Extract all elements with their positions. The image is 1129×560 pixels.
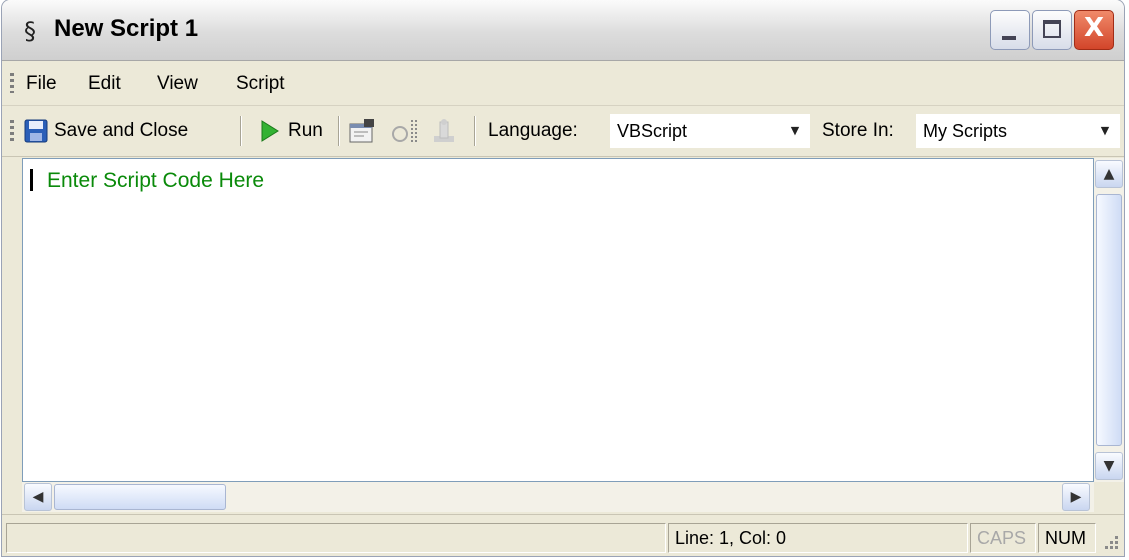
- scroll-left-button[interactable]: ◀: [24, 483, 52, 511]
- minimize-button[interactable]: [990, 10, 1030, 50]
- script-editor[interactable]: Enter Script Code Here: [22, 158, 1094, 482]
- menu-file[interactable]: File: [26, 73, 57, 95]
- chevron-right-icon: ▶: [1070, 489, 1082, 505]
- scroll-up-button[interactable]: ▲: [1095, 160, 1123, 188]
- caps-indicator: CAPS: [970, 523, 1036, 553]
- status-panel-position: Line: 1, Col: 0: [668, 523, 968, 553]
- close-button[interactable]: X: [1074, 10, 1114, 50]
- store-in-value: My Scripts: [923, 121, 1008, 141]
- status-panel-main: [6, 523, 666, 553]
- save-and-close-label: Save and Close: [54, 120, 189, 141]
- vertical-scroll-thumb[interactable]: [1096, 194, 1122, 446]
- horizontal-scroll-thumb[interactable]: [54, 484, 226, 510]
- maximize-button[interactable]: [1032, 10, 1072, 50]
- window-title: New Script 1: [54, 15, 199, 42]
- store-in-select[interactable]: My Scripts ▼: [916, 114, 1120, 148]
- language-label: Language:: [488, 120, 578, 141]
- store-in-label: Store In:: [822, 120, 894, 141]
- menubar-grip[interactable]: [10, 73, 14, 93]
- menu-view[interactable]: View: [157, 73, 198, 95]
- script-window: § New Script 1 X File Edit View Script S…: [2, 0, 1124, 556]
- run-label: Run: [288, 120, 323, 141]
- text-caret: [30, 169, 33, 191]
- scroll-down-button[interactable]: ▼: [1095, 452, 1123, 480]
- language-select[interactable]: VBScript ▼: [610, 114, 810, 148]
- scroll-right-button[interactable]: ▶: [1062, 483, 1090, 511]
- chevron-down-icon: ▼: [1103, 458, 1115, 474]
- vertical-scrollbar[interactable]: ▲ ▼: [1094, 158, 1124, 482]
- toolbar: Save and Close Run Language: VBScript ▼ …: [2, 106, 1124, 157]
- toolbar-grip[interactable]: [10, 120, 14, 142]
- cursor-position: Line: 1, Col: 0: [675, 528, 787, 548]
- toolbar-separator: [240, 116, 242, 146]
- num-indicator: NUM: [1038, 523, 1096, 553]
- editor-placeholder: Enter Script Code Here: [47, 169, 265, 192]
- menu-script[interactable]: Script: [236, 73, 285, 95]
- menu-bar: File Edit View Script: [2, 61, 1124, 106]
- save-icon: [24, 119, 48, 143]
- status-bar: Line: 1, Col: 0 CAPS NUM: [2, 514, 1124, 556]
- language-value: VBScript: [617, 121, 688, 141]
- chevron-left-icon: ◀: [32, 489, 44, 505]
- debug-icon[interactable]: [390, 118, 420, 144]
- save-and-close-button[interactable]: Save and Close: [22, 114, 234, 148]
- disabled-tool-icon[interactable]: [430, 118, 458, 144]
- toolbar-separator: [474, 116, 476, 146]
- run-button[interactable]: Run: [252, 114, 332, 148]
- scroll-corner: [1094, 482, 1124, 512]
- run-icon: [261, 120, 279, 142]
- title-bar[interactable]: § New Script 1 X: [2, 0, 1124, 61]
- chevron-down-icon[interactable]: ▼: [1093, 117, 1117, 145]
- chevron-down-icon[interactable]: ▼: [783, 117, 807, 145]
- menu-edit[interactable]: Edit: [88, 73, 121, 95]
- resize-grip-icon[interactable]: [1100, 531, 1120, 551]
- horizontal-scrollbar[interactable]: ◀ ▶: [22, 482, 1094, 512]
- close-icon: X: [1083, 13, 1105, 43]
- properties-icon[interactable]: [348, 118, 376, 144]
- script-icon: §: [24, 17, 36, 45]
- chevron-up-icon: ▲: [1103, 166, 1115, 182]
- toolbar-separator: [338, 116, 340, 146]
